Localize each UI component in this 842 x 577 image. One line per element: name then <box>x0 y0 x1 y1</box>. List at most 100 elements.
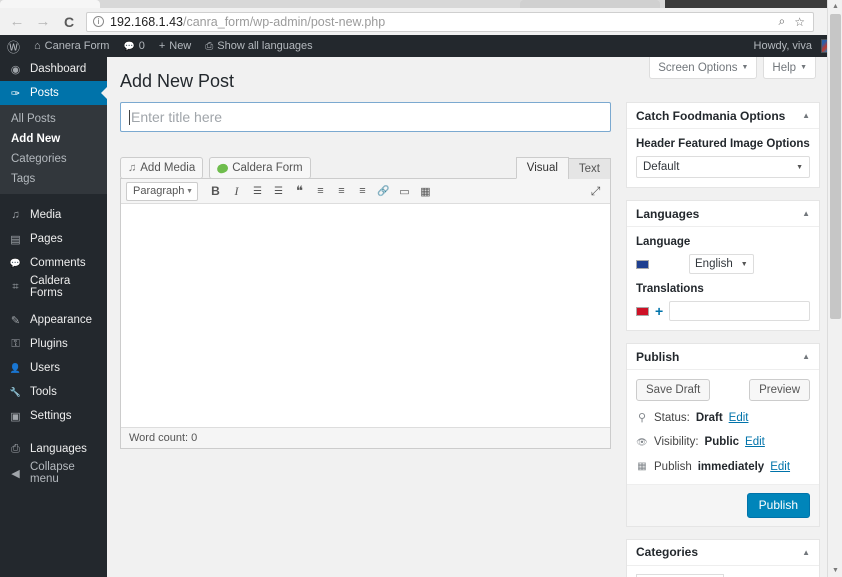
language-value: English <box>695 258 733 271</box>
toolbar-toggle-icon[interactable]: ▦ <box>416 182 435 201</box>
italic-icon[interactable]: I <box>227 182 246 201</box>
forward-icon[interactable]: → <box>34 13 52 31</box>
submenu-item-all-posts[interactable]: All Posts <box>0 109 107 129</box>
browser-tab-active[interactable] <box>665 0 842 8</box>
bookmark-star-icon[interactable]: ☆ <box>794 15 805 29</box>
site-name-menu[interactable]: ⌂ Canera Form <box>27 35 116 57</box>
align-center-icon[interactable]: ≡ <box>332 182 351 201</box>
comments-menu[interactable]: 💬 0 <box>116 35 151 57</box>
sidebar-item-caldera-forms[interactable]: ⌗ Caldera Forms <box>0 275 107 299</box>
sidebar-item-users[interactable]: 👤 Users <box>0 356 107 380</box>
translation-input[interactable] <box>669 301 810 322</box>
blockquote-icon[interactable]: ❝ <box>290 182 309 201</box>
post-body-content: Enter title here ♫ Add Media Caldera For… <box>120 102 611 577</box>
paragraph-format-select[interactable]: Paragraph ▼ <box>126 181 198 201</box>
new-content-menu[interactable]: + New <box>152 35 198 57</box>
tab-visual[interactable]: Visual <box>515 157 569 180</box>
tab-text[interactable]: Text <box>567 158 611 180</box>
publish-button[interactable]: Publish <box>746 492 810 518</box>
header-featured-image-select[interactable]: Default ▼ <box>636 156 810 179</box>
admin-sidebar-menu: ◉ Dashboard ✑ Posts All Posts Add New Ca… <box>0 57 107 577</box>
postbox-header[interactable]: Publish ▲ <box>627 344 819 371</box>
sidebar-item-languages[interactable]: ⎙ Languages <box>0 437 107 461</box>
caldera-leaf-icon <box>216 162 230 175</box>
tinymce-editor: Paragraph ▼ B I ☰ ☰ ❝ ≡ ≡ ≡ 🔗 ▭ ▦ ⤢ Word… <box>120 178 611 450</box>
postbox-body: Language English ▼ Translations + <box>627 227 819 330</box>
site-info-icon[interactable]: i <box>93 16 104 27</box>
back-icon[interactable]: ← <box>8 13 26 31</box>
caldera-form-label: Caldera Form <box>232 162 303 175</box>
collapse-arrow-icon: ◀ <box>11 467 20 480</box>
screen-options-button[interactable]: Screen Options ▼ <box>649 57 758 79</box>
insert-link-icon[interactable]: 🔗 <box>374 182 393 201</box>
post-title-input[interactable]: Enter title here <box>120 102 611 133</box>
postbox-title: Catch Foodmania Options <box>636 108 786 123</box>
submenu-item-add-new[interactable]: Add New <box>0 129 107 149</box>
toggle-panel-icon[interactable]: ▲ <box>802 548 810 557</box>
caldera-form-button[interactable]: Caldera Form <box>209 157 311 180</box>
address-bar[interactable]: i 192.168.1.43/canra_form/wp-admin/post-… <box>86 11 814 32</box>
pin-icon: ✑ <box>10 87 21 100</box>
sidebar-item-dashboard[interactable]: ◉ Dashboard <box>0 57 107 81</box>
postbox-header[interactable]: Catch Foodmania Options ▲ <box>627 103 819 130</box>
preview-button[interactable]: Preview <box>749 379 810 402</box>
collapse-menu-button[interactable]: ◀ Collapse menu <box>0 461 107 485</box>
reload-icon[interactable]: C <box>60 14 78 30</box>
toggle-panel-icon[interactable]: ▲ <box>802 111 810 120</box>
sidebar-item-tools[interactable]: 🔧 Tools <box>0 380 107 404</box>
scroll-down-icon[interactable]: ▼ <box>828 564 842 577</box>
postbox-header[interactable]: Categories ▲ <box>627 540 819 566</box>
align-left-icon[interactable]: ≡ <box>311 182 330 201</box>
sidebar-item-plugins[interactable]: ⚿ Plugins <box>0 332 107 356</box>
media-icon: ♫ <box>11 209 20 221</box>
catch-foodmania-options-box: Catch Foodmania Options ▲ Header Feature… <box>626 102 820 189</box>
browser-tab-inactive-1[interactable] <box>0 0 100 8</box>
numbered-list-icon[interactable]: ☰ <box>269 182 288 201</box>
menu-separator <box>0 194 107 203</box>
bold-icon[interactable]: B <box>206 182 225 201</box>
add-translation-icon[interactable]: + <box>655 304 663 318</box>
submenu-item-categories[interactable]: Categories <box>0 149 107 169</box>
publish-actions: Save Draft Preview ⚲ Status: Draft Edit … <box>627 370 819 483</box>
save-draft-button[interactable]: Save Draft <box>636 379 711 402</box>
edit-visibility-link[interactable]: Edit <box>745 434 765 450</box>
browser-tab-inactive-2[interactable] <box>520 0 660 8</box>
add-media-button[interactable]: ♫ Add Media <box>120 157 204 180</box>
edit-schedule-link[interactable]: Edit <box>770 459 790 475</box>
postbox-body: Header Featured Image Options Default ▼ <box>627 129 819 187</box>
language-row: English ▼ <box>636 254 810 275</box>
read-more-icon[interactable]: ▭ <box>395 182 414 201</box>
sidebar-item-comments[interactable]: 💬 Comments <box>0 251 107 275</box>
wp-logo-menu[interactable]: Ⓦ <box>0 35 27 57</box>
help-button[interactable]: Help ▼ <box>763 57 816 79</box>
show-all-languages-menu[interactable]: ⎙ Show all languages <box>198 35 319 57</box>
sidebar-item-media[interactable]: ♫ Media <box>0 203 107 227</box>
scroll-up-icon[interactable]: ▲ <box>828 0 842 13</box>
language-select[interactable]: English ▼ <box>689 254 754 275</box>
toggle-panel-icon[interactable]: ▲ <box>802 352 810 361</box>
translations-label: Translations <box>636 283 704 296</box>
settings-icon: ▣ <box>10 410 21 423</box>
languages-box: Languages ▲ Language English ▼ Translati… <box>626 200 820 332</box>
postbox-title: Categories <box>636 545 699 560</box>
align-right-icon[interactable]: ≡ <box>353 182 372 201</box>
browser-tabstrip[interactable] <box>0 0 842 8</box>
editor-content-area[interactable] <box>121 204 610 428</box>
sidebar-item-posts[interactable]: ✑ Posts <box>0 81 107 105</box>
sidebar-item-settings[interactable]: ▣ Settings <box>0 404 107 428</box>
admin-content: Screen Options ▼ Help ▼ Add New Post Ent… <box>107 57 842 577</box>
sidebar-item-pages[interactable]: ▤ Pages <box>0 227 107 251</box>
search-icon[interactable]: ⌕ <box>779 14 786 29</box>
chevron-down-icon: ▼ <box>796 163 803 171</box>
scrollbar-thumb[interactable] <box>830 14 841 319</box>
toggle-panel-icon[interactable]: ▲ <box>802 209 810 218</box>
postbox-header[interactable]: Languages ▲ <box>627 201 819 228</box>
sidebar-item-appearance[interactable]: ✎ Appearance <box>0 308 107 332</box>
fullscreen-icon[interactable]: ⤢ <box>586 182 605 201</box>
status-label: Status: <box>654 412 690 425</box>
bulleted-list-icon[interactable]: ☰ <box>248 182 267 201</box>
edit-status-link[interactable]: Edit <box>729 410 749 426</box>
page-scrollbar[interactable]: ▲ ▼ <box>827 0 842 577</box>
submenu-item-tags[interactable]: Tags <box>0 169 107 189</box>
plugins-icon: ⚿ <box>11 337 20 350</box>
